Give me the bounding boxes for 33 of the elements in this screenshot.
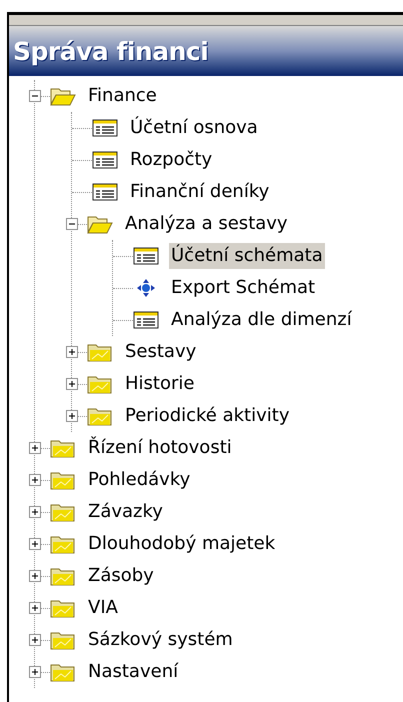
expand-toggle[interactable] <box>29 506 41 518</box>
open-folder-icon <box>50 86 76 106</box>
expand-toggle[interactable] <box>29 602 41 614</box>
expand-toggle[interactable] <box>66 378 78 390</box>
folder-icon <box>50 438 76 458</box>
folder-icon <box>50 662 76 682</box>
panel-title: Správa financi <box>13 38 208 64</box>
table-icon <box>92 183 118 201</box>
table-icon <box>92 151 118 169</box>
table-icon <box>133 247 159 265</box>
folder-icon <box>87 406 113 426</box>
expand-toggle[interactable] <box>29 634 41 646</box>
folder-icon <box>50 598 76 618</box>
folder-icon <box>50 630 76 650</box>
folder-icon <box>50 502 76 522</box>
expand-toggle[interactable] <box>29 666 41 678</box>
expand-toggle[interactable] <box>66 346 78 358</box>
collapse-toggle[interactable] <box>66 218 78 230</box>
tree-item[interactable]: Účetní schémata <box>169 243 325 269</box>
table-icon <box>133 311 159 329</box>
table-icon <box>92 119 118 137</box>
expand-toggle[interactable] <box>29 538 41 550</box>
folder-icon <box>50 470 76 490</box>
expand-toggle[interactable] <box>66 410 78 422</box>
folder-icon <box>87 374 113 394</box>
open-folder-icon <box>87 214 113 234</box>
expand-toggle[interactable] <box>29 442 41 454</box>
folder-icon <box>50 534 76 554</box>
collapse-toggle[interactable] <box>29 90 41 102</box>
folder-icon <box>87 342 113 362</box>
folder-icon <box>50 566 76 586</box>
expand-toggle[interactable] <box>29 570 41 582</box>
expand-toggle[interactable] <box>29 474 41 486</box>
